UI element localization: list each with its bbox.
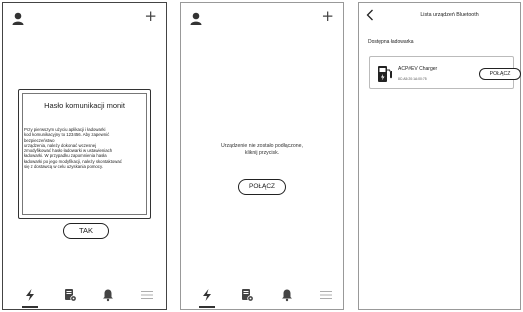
menu-icon[interactable] [319, 288, 333, 302]
lightning-icon[interactable] [200, 288, 214, 302]
page-title: Lista urządzeń Bluetooth [420, 12, 479, 18]
dialog-ok-button[interactable]: TAK [63, 223, 109, 239]
communication-password-dialog: Hasło komunikacji monit Przy pierwszym u… [18, 89, 151, 219]
active-tab-indicator [199, 306, 215, 308]
available-charger-label: Dostępna ładowarka [368, 39, 414, 45]
user-avatar-icon[interactable] [12, 12, 24, 25]
device-name: ACP#EV Charger [398, 66, 438, 72]
document-settings-icon[interactable] [240, 288, 254, 302]
device-list-item[interactable]: ACP#EV Charger 8C:A5:20:1A:00:75 POŁĄCZ [369, 56, 521, 89]
connect-button[interactable]: POŁĄCZ [479, 68, 521, 80]
connect-button[interactable]: POŁĄCZ [238, 179, 286, 195]
menu-icon[interactable] [140, 288, 154, 302]
active-tab-indicator [22, 306, 38, 308]
bottom-tab-bar [3, 288, 166, 302]
lightning-icon[interactable] [23, 288, 37, 302]
bell-icon[interactable] [280, 288, 294, 302]
document-settings-icon[interactable] [63, 288, 77, 302]
user-avatar-icon[interactable] [190, 12, 202, 25]
not-connected-message: Urządzenie nie zostało podłączone, klikn… [221, 143, 303, 156]
phone-screen-password-prompt: + Hasło komunikacji monit Przy pierwszym… [2, 2, 167, 310]
device-mac-address: 8C:A5:20:1A:00:75 [398, 77, 427, 81]
back-arrow-icon[interactable] [366, 9, 374, 21]
dialog-title: Hasło komunikacji monit [44, 101, 125, 110]
bell-icon[interactable] [101, 288, 115, 302]
add-icon[interactable]: + [144, 9, 157, 24]
bottom-tab-bar [181, 288, 343, 302]
add-icon[interactable]: + [321, 9, 334, 24]
phone-screen-bluetooth-list: Lista urządzeń Bluetooth Dostępna ładowa… [358, 2, 521, 310]
dialog-message: Przy pierwszym użyciu aplikacji i ładowa… [24, 127, 122, 170]
phone-screen-not-connected: + Urządzenie nie zostało podłączone, kli… [180, 2, 344, 310]
ev-charger-icon [378, 66, 392, 82]
